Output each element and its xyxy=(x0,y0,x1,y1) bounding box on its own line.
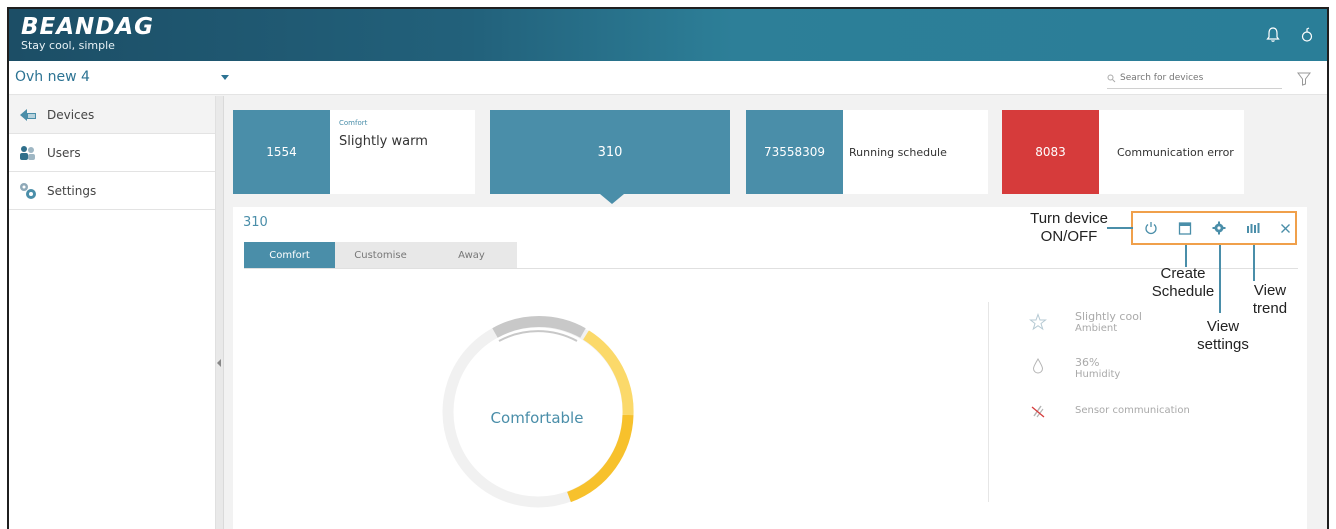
device-id: 73558309 xyxy=(746,110,843,194)
device-card[interactable]: 8083 Communication error xyxy=(1002,110,1244,194)
ambient-info: Slightly cool Ambient xyxy=(1075,311,1142,335)
site-bar: Ovh new 4 xyxy=(9,61,1327,95)
collapse-arrow-icon[interactable] xyxy=(217,359,221,367)
callout-connector xyxy=(1253,245,1255,281)
sidebar: Devices Users Settings xyxy=(9,96,216,529)
callout-line: Turn device xyxy=(1030,210,1108,227)
callout-connector xyxy=(1107,227,1133,229)
ambient-label: Ambient xyxy=(1075,323,1118,334)
card-status: Running schedule xyxy=(849,145,947,159)
humidity-label: Humidity xyxy=(1075,369,1121,380)
site-selector[interactable]: Ovh new 4 xyxy=(15,69,90,85)
device-detail-panel: 310 Comfort Customise Away Turn device O… xyxy=(233,207,1307,529)
devices-icon xyxy=(17,106,39,124)
sidebar-item-label: Devices xyxy=(47,107,95,122)
brand-tagline: Stay cool, simple xyxy=(21,39,115,52)
selection-pointer xyxy=(600,194,624,204)
device-card[interactable]: 1554 Comfort Slightly warm xyxy=(233,110,475,194)
callout-create-schedule: Create Schedule xyxy=(1133,265,1233,301)
logo: BEANDAG Stay cool, simple xyxy=(21,15,154,52)
mode-tabs: Comfort Customise Away xyxy=(244,242,517,269)
callout-line: ON/OFF xyxy=(1040,228,1098,245)
sensor-off-icon xyxy=(1029,402,1049,422)
callout-line: Schedule xyxy=(1151,283,1215,300)
callout-line: settings xyxy=(1197,336,1249,353)
callout-line: Create xyxy=(1160,265,1206,282)
device-id: 1554 xyxy=(233,110,330,194)
power-icon[interactable] xyxy=(1141,218,1161,238)
humidity-info: 36% Humidity xyxy=(1075,357,1120,381)
settings-icon xyxy=(17,182,39,200)
sidebar-item-settings[interactable]: Settings xyxy=(9,172,215,210)
card-status: Slightly warm xyxy=(339,134,428,149)
users-icon xyxy=(17,144,39,162)
tab-customise[interactable]: Customise xyxy=(335,242,426,269)
tab-away[interactable]: Away xyxy=(426,242,517,269)
callout-view-settings: View settings xyxy=(1181,318,1265,354)
gear-icon[interactable] xyxy=(1209,218,1229,238)
top-bar: BEANDAG Stay cool, simple xyxy=(9,9,1327,61)
search-icon xyxy=(1107,68,1116,87)
panel-device-id: 310 xyxy=(243,215,268,230)
close-icon[interactable] xyxy=(1275,218,1295,238)
sidebar-splitter[interactable] xyxy=(216,96,224,529)
callout-line: View xyxy=(1206,318,1240,335)
sensor-info: Sensor communication xyxy=(1075,405,1190,417)
app-window: BEANDAG Stay cool, simple Ovh new 4 Sear… xyxy=(7,7,1329,529)
panel-divider xyxy=(988,302,989,502)
sidebar-item-devices[interactable]: Devices xyxy=(9,96,215,134)
device-card[interactable]: 73558309 Running schedule xyxy=(746,110,988,194)
search-input[interactable] xyxy=(1120,72,1270,83)
humidity-value: 36% xyxy=(1075,356,1100,369)
tab-comfort[interactable]: Comfort xyxy=(244,242,335,269)
sensor-status: Sensor communication xyxy=(1075,405,1190,416)
ambient-value: Slightly cool xyxy=(1075,310,1142,323)
device-card-selected[interactable]: 310 xyxy=(490,110,730,194)
callout-line: View xyxy=(1253,282,1287,299)
device-toolbar xyxy=(1131,211,1297,245)
bell-icon[interactable] xyxy=(1263,25,1283,45)
trend-chart-icon[interactable] xyxy=(1243,218,1263,238)
gauge-label: Comfortable xyxy=(490,409,584,427)
callout-line: trend xyxy=(1252,300,1288,317)
brand-name: BEANDAG xyxy=(21,14,155,40)
sidebar-item-label: Settings xyxy=(47,183,97,198)
user-icon[interactable] xyxy=(1297,25,1317,45)
card-subtitle: Comfort xyxy=(339,119,368,127)
callout-view-trend: View trend xyxy=(1233,282,1307,318)
calendar-icon[interactable] xyxy=(1175,218,1195,238)
card-status: Communication error xyxy=(1117,145,1234,159)
sidebar-item-label: Users xyxy=(47,145,81,160)
search-box xyxy=(1107,67,1282,89)
chevron-down-icon[interactable] xyxy=(221,75,229,80)
device-id: 310 xyxy=(597,144,623,160)
star-icon xyxy=(1029,313,1049,333)
sidebar-item-users[interactable]: Users xyxy=(9,134,215,172)
device-id: 8083 xyxy=(1002,110,1099,194)
callout-connector xyxy=(1219,245,1221,313)
filter-icon[interactable] xyxy=(1297,71,1311,90)
humidity-drop-icon xyxy=(1029,357,1049,377)
callout-connector xyxy=(1185,245,1187,267)
